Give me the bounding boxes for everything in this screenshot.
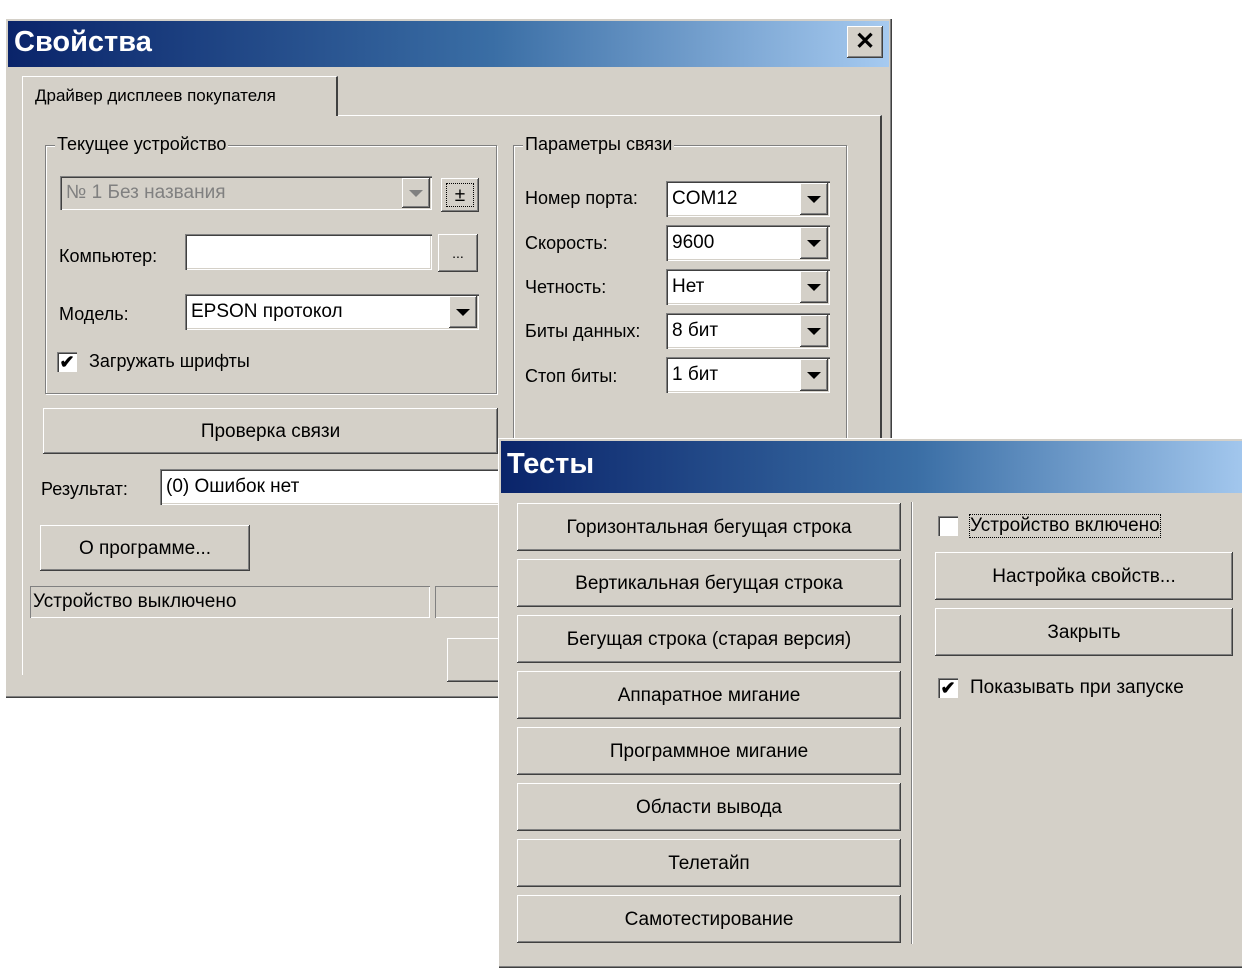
computer-label: Компьютер: <box>59 246 158 266</box>
vertical-divider <box>911 502 913 944</box>
stop-bits-value: 1 бит <box>672 364 719 385</box>
test-software-blink-button[interactable]: Программное мигание <box>517 727 901 775</box>
tests-close-button-label: Закрыть <box>1047 621 1121 643</box>
connection-group-label: Параметры связи <box>523 134 675 155</box>
settings-button[interactable]: Настройка свойств... <box>935 552 1233 600</box>
plus-minus-icon: ± <box>454 184 466 206</box>
settings-button-label: Настройка свойств... <box>992 565 1176 587</box>
test-teletype-label: Телетайп <box>668 852 750 874</box>
check-connection-label: Проверка связи <box>200 420 341 442</box>
port-value: COM12 <box>672 188 738 209</box>
status-bar: Устройство выключено <box>30 586 430 618</box>
test-vertical-scroll-label: Вертикальная бегущая строка <box>575 572 843 594</box>
close-icon: ✕ <box>854 28 876 55</box>
test-selftest-label: Самотестирование <box>624 908 794 930</box>
plus-minus-button[interactable]: ± <box>441 178 479 212</box>
model-select[interactable]: EPSON протокол <box>185 294 479 330</box>
chevron-down-icon <box>402 178 430 208</box>
tab-driver[interactable]: Драйвер дисплеев покупателя <box>22 76 338 116</box>
speed-select[interactable]: 9600 <box>666 225 830 261</box>
stop-bits-label: Стоп биты: <box>525 366 618 386</box>
test-output-areas-label: Области вывода <box>636 796 782 818</box>
parity-select[interactable]: Нет <box>666 269 830 305</box>
properties-titlebar[interactable]: Свойства <box>8 21 889 67</box>
tests-close-button[interactable]: Закрыть <box>935 608 1233 656</box>
stop-bits-select[interactable]: 1 бит <box>666 357 830 393</box>
close-button[interactable]: ✕ <box>847 26 883 58</box>
data-bits-value: 8 бит <box>672 320 719 341</box>
about-button[interactable]: О программе... <box>40 525 250 571</box>
test-legacy-scroll-label: Бегущая строка (старая версия) <box>566 628 852 650</box>
device-on-label: Устройство включено <box>969 514 1161 538</box>
tests-titlebar[interactable]: Тесты <box>501 441 1242 493</box>
model-select-value: EPSON протокол <box>191 301 343 322</box>
test-hardware-blink-label: Аппаратное мигание <box>617 684 801 706</box>
result-field: (0) Ошибок нет <box>160 469 505 505</box>
computer-input[interactable] <box>185 234 432 270</box>
show-on-start-label: Показывать при запуске <box>970 677 1184 698</box>
load-fonts-checkbox[interactable]: ✔ <box>57 352 77 372</box>
test-selftest-button[interactable]: Самотестирование <box>517 895 901 943</box>
status-bar-panel <box>435 586 505 618</box>
chevron-down-icon <box>800 315 828 347</box>
result-value: (0) Ошибок нет <box>166 476 300 497</box>
check-connection-button[interactable]: Проверка связи <box>43 408 498 454</box>
data-bits-label: Биты данных: <box>525 321 641 341</box>
chevron-down-icon <box>449 296 477 328</box>
browse-button[interactable]: ... <box>438 234 478 272</box>
speed-value: 9600 <box>672 232 715 253</box>
test-teletype-button[interactable]: Телетайп <box>517 839 901 887</box>
port-select[interactable]: COM12 <box>666 181 830 217</box>
chevron-down-icon <box>800 359 828 391</box>
device-group-label: Текущее устройство <box>55 134 229 155</box>
test-vertical-scroll-button[interactable]: Вертикальная бегущая строка <box>517 559 901 607</box>
device-select[interactable]: № 1 Без названия <box>60 176 432 210</box>
model-label: Модель: <box>59 304 129 324</box>
chevron-down-icon <box>800 271 828 303</box>
device-select-value: № 1 Без названия <box>66 182 226 203</box>
speed-label: Скорость: <box>525 233 608 253</box>
properties-title: Свойства <box>14 26 152 58</box>
parity-label: Четность: <box>525 277 607 297</box>
check-icon: ✔ <box>59 352 75 372</box>
test-legacy-scroll-button[interactable]: Бегущая строка (старая версия) <box>517 615 901 663</box>
tests-title: Тесты <box>507 448 595 480</box>
tests-window: Тесты Горизонтальная бегущая строка Верт… <box>498 438 1242 968</box>
browse-icon: ... <box>452 245 464 261</box>
test-output-areas-button[interactable]: Области вывода <box>517 783 901 831</box>
chevron-down-icon <box>800 227 828 259</box>
test-horizontal-scroll-label: Горизонтальная бегущая строка <box>566 516 852 538</box>
test-software-blink-label: Программное мигание <box>609 740 809 762</box>
check-icon: ✔ <box>940 678 956 698</box>
show-on-start-checkbox[interactable]: ✔ <box>938 678 958 698</box>
parity-value: Нет <box>672 276 705 297</box>
load-fonts-label: Загружать шрифты <box>89 351 250 371</box>
test-horizontal-scroll-button[interactable]: Горизонтальная бегущая строка <box>517 503 901 551</box>
device-on-checkbox[interactable] <box>938 516 958 536</box>
result-label: Результат: <box>41 479 128 499</box>
tab-driver-label: Драйвер дисплеев покупателя <box>35 86 276 105</box>
about-button-label: О программе... <box>78 537 212 559</box>
test-hardware-blink-button[interactable]: Аппаратное мигание <box>517 671 901 719</box>
chevron-down-icon <box>800 183 828 215</box>
data-bits-select[interactable]: 8 бит <box>666 313 830 349</box>
port-label: Номер порта: <box>525 188 638 208</box>
status-text: Устройство выключено <box>33 591 237 612</box>
